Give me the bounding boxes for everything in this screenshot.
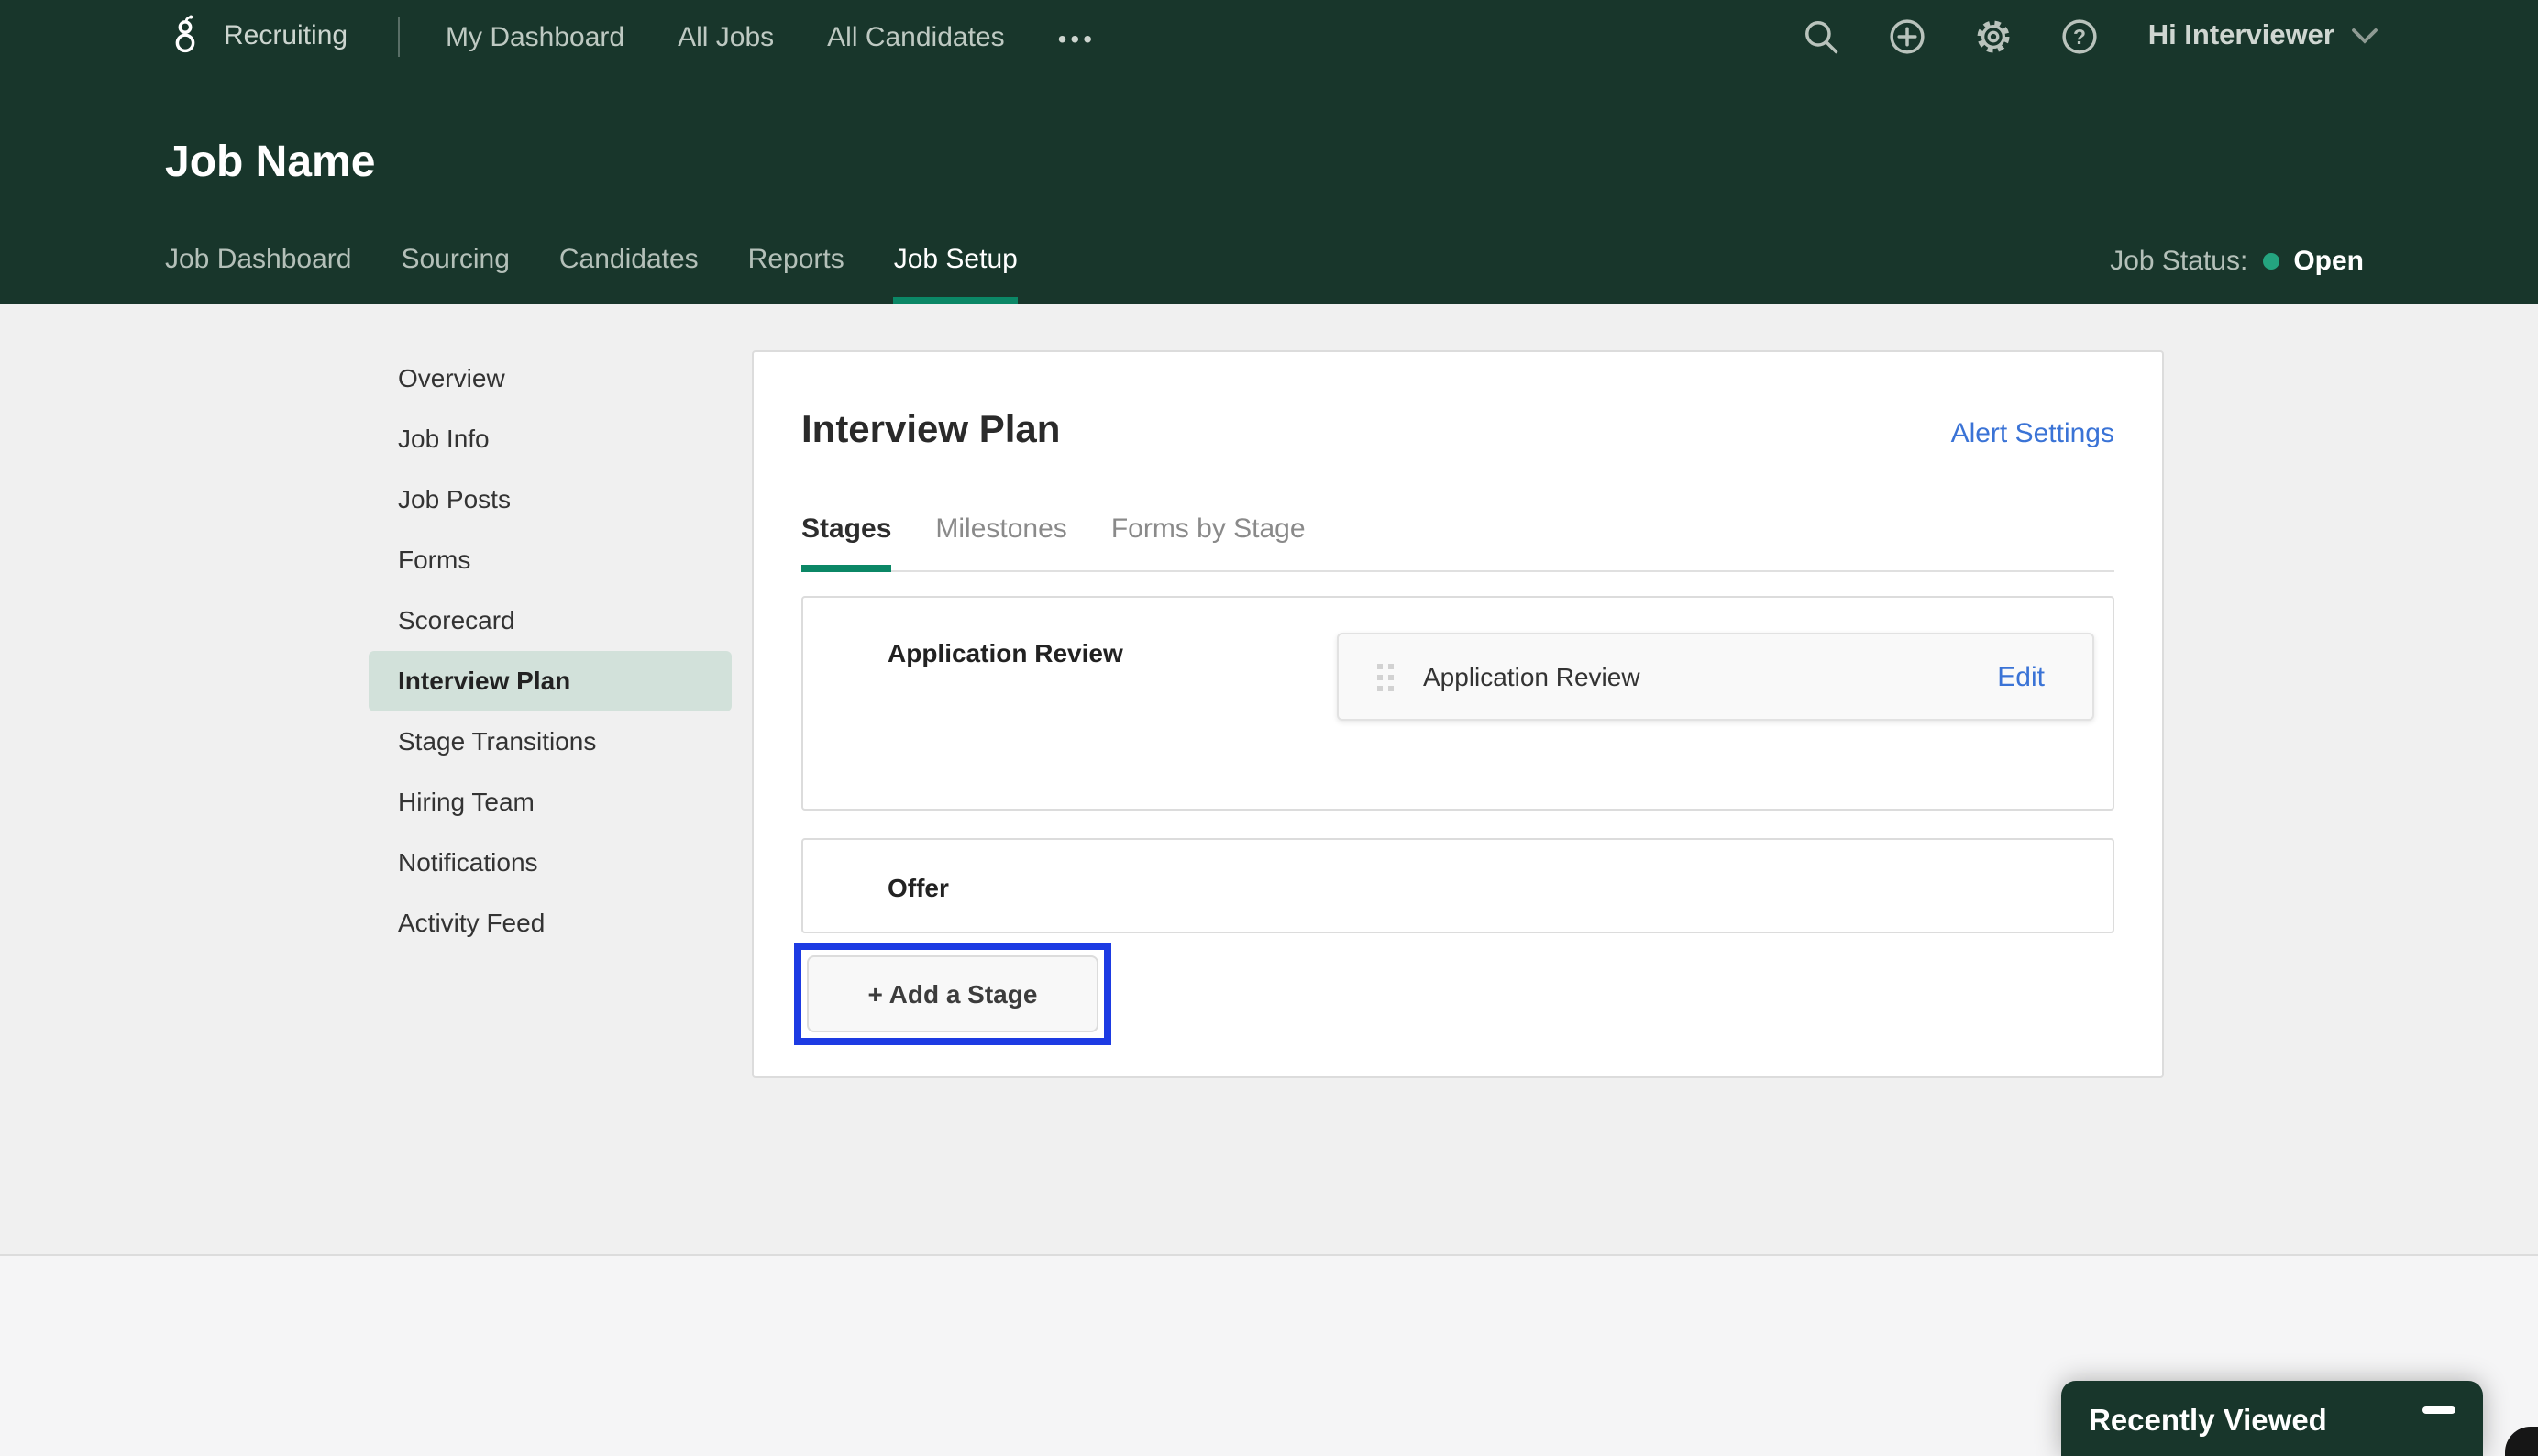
tab-forms-by-stage[interactable]: Forms by Stage bbox=[1111, 513, 1306, 570]
nav-item-all-jobs[interactable]: All Jobs bbox=[678, 24, 774, 53]
sidebar-item-job-posts[interactable]: Job Posts bbox=[369, 469, 732, 530]
recently-viewed-panel[interactable]: Recently Viewed bbox=[2061, 1381, 2483, 1456]
tab-candidates[interactable]: Candidates bbox=[559, 244, 699, 304]
tab-milestones[interactable]: Milestones bbox=[935, 513, 1066, 570]
sidebar-item-hiring-team[interactable]: Hiring Team bbox=[369, 772, 732, 833]
sidebar-item-notifications[interactable]: Notifications bbox=[369, 833, 732, 893]
top-nav-links: My Dashboard All Jobs All Candidates ••• bbox=[446, 24, 1096, 53]
interview-name: Application Review bbox=[1423, 662, 1640, 691]
interview-row: Application Review Edit bbox=[1337, 633, 2094, 721]
sidebar-item-forms[interactable]: Forms bbox=[369, 530, 732, 590]
greenhouse-logo-icon bbox=[165, 15, 205, 55]
job-setup-sidebar: Overview Job Info Job Posts Forms Scorec… bbox=[369, 348, 732, 954]
sidebar-item-scorecard[interactable]: Scorecard bbox=[369, 590, 732, 651]
help-icon[interactable]: ? bbox=[2060, 17, 2101, 57]
page-title: Job Name bbox=[165, 139, 375, 187]
job-status-dot bbox=[2262, 252, 2279, 269]
drag-handle-icon[interactable] bbox=[1377, 663, 1394, 690]
nav-divider bbox=[398, 17, 400, 57]
sidebar-item-interview-plan[interactable]: Interview Plan bbox=[369, 651, 732, 711]
tab-job-setup[interactable]: Job Setup bbox=[894, 244, 1018, 304]
top-nav-actions: ? Hi Interviewer bbox=[1802, 17, 2378, 57]
plan-tabs: Stages Milestones Forms by Stage bbox=[801, 513, 2114, 572]
sidebar-item-job-info[interactable]: Job Info bbox=[369, 409, 732, 469]
job-status: Job Status: Open bbox=[2110, 244, 2364, 277]
job-status-value: Open bbox=[2293, 245, 2364, 276]
nav-more-button[interactable]: ••• bbox=[1058, 24, 1096, 53]
stage-card-offer: Offer bbox=[801, 838, 2114, 933]
nav-item-all-candidates[interactable]: All Candidates bbox=[827, 24, 1004, 53]
brand-label: Recruiting bbox=[224, 19, 348, 50]
tab-reports[interactable]: Reports bbox=[748, 244, 844, 304]
search-icon[interactable] bbox=[1802, 17, 1842, 57]
stage-name: Application Review bbox=[888, 636, 1123, 669]
card-title: Interview Plan bbox=[801, 407, 1060, 455]
tab-stages[interactable]: Stages bbox=[801, 513, 891, 570]
create-plus-icon[interactable] bbox=[1888, 17, 1928, 57]
sidebar-item-overview[interactable]: Overview bbox=[369, 348, 732, 409]
user-menu[interactable]: Hi Interviewer bbox=[2148, 20, 2378, 53]
job-status-label: Job Status: bbox=[2110, 245, 2247, 276]
svg-text:?: ? bbox=[2074, 25, 2087, 49]
gear-icon[interactable] bbox=[1974, 17, 2014, 57]
alert-settings-link[interactable]: Alert Settings bbox=[1951, 418, 2114, 449]
tab-sourcing[interactable]: Sourcing bbox=[401, 244, 509, 304]
sidebar-item-stage-transitions[interactable]: Stage Transitions bbox=[369, 711, 732, 772]
annotation-highlight-box: + Add a Stage bbox=[794, 943, 1111, 1045]
app-viewport: Recruiting My Dashboard All Jobs All Can… bbox=[0, 0, 2538, 1456]
job-tabs: Job Dashboard Sourcing Candidates Report… bbox=[165, 244, 1018, 304]
tab-job-dashboard[interactable]: Job Dashboard bbox=[165, 244, 351, 304]
brand[interactable]: Recruiting bbox=[165, 15, 348, 55]
user-name: Hi Interviewer bbox=[2148, 20, 2334, 53]
stage-card-application-review: Application Review Application Review Ed… bbox=[801, 596, 2114, 811]
chevron-down-icon bbox=[2351, 28, 2378, 46]
edit-interview-link[interactable]: Edit bbox=[1997, 661, 2092, 692]
nav-item-my-dashboard[interactable]: My Dashboard bbox=[446, 24, 624, 53]
minimize-icon[interactable] bbox=[2422, 1406, 2455, 1413]
recently-viewed-title: Recently Viewed bbox=[2089, 1403, 2327, 1439]
card-header: Interview Plan Alert Settings bbox=[754, 352, 2162, 455]
sidebar-item-activity-feed[interactable]: Activity Feed bbox=[369, 893, 732, 954]
stage-name: Offer bbox=[888, 871, 949, 904]
add-stage-button[interactable]: + Add a Stage bbox=[807, 955, 1098, 1032]
app-header: Recruiting My Dashboard All Jobs All Can… bbox=[0, 0, 2538, 304]
interview-plan-card: Interview Plan Alert Settings Stages Mil… bbox=[752, 350, 2164, 1078]
